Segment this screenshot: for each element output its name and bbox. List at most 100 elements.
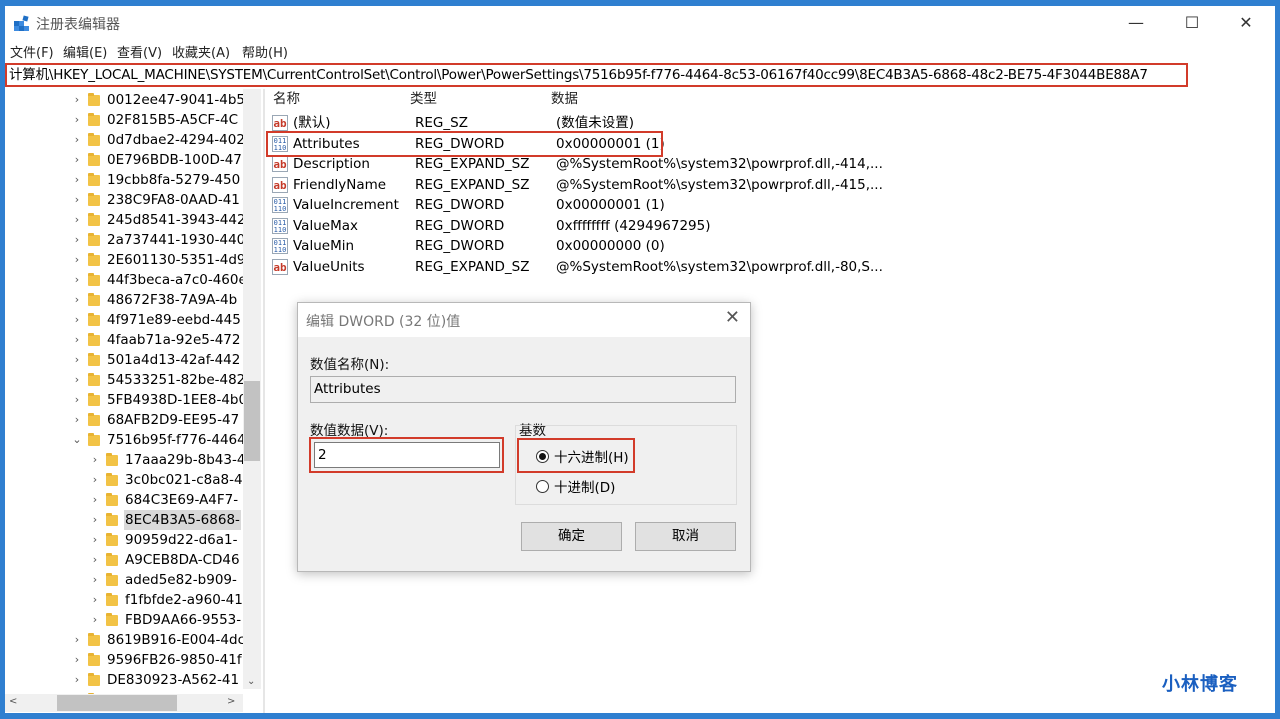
tree-item[interactable]: › 90959d22-d6a1-: [5, 530, 243, 550]
ok-button[interactable]: 确定: [521, 522, 622, 551]
pane-splitter[interactable]: [263, 89, 265, 713]
column-header-data[interactable]: 数据: [551, 89, 578, 109]
folder-icon: [88, 273, 100, 286]
chevron-right-icon[interactable]: ›: [89, 530, 101, 550]
menu-edit[interactable]: 编辑(E): [63, 42, 107, 61]
tree-item[interactable]: › 684C3E69-A4F7-: [5, 490, 243, 510]
tree-item-label: 48672F38-7A9A-4b: [107, 292, 238, 308]
maximize-button[interactable]: ☐: [1165, 6, 1219, 39]
chevron-right-icon[interactable]: ›: [71, 110, 83, 130]
tree-item[interactable]: › 02F815B5-A5CF-4C: [5, 110, 243, 130]
value-row[interactable]: ab ValueUnits REG_EXPAND_SZ @%SystemRoot%\s…: [267, 257, 1167, 277]
tree-item[interactable]: › 44f3beca-a7c0-460e: [5, 270, 243, 290]
value-name: ValueMin: [293, 238, 355, 254]
scroll-right-arrow-icon[interactable]: >: [227, 696, 235, 707]
close-button[interactable]: ✕: [1219, 6, 1273, 39]
tree-item[interactable]: › DE830923-A562-41: [5, 670, 243, 690]
tree-item[interactable]: › 238C9FA8-0AAD-41: [5, 190, 243, 210]
tree-item[interactable]: › 54533251-82be-482: [5, 370, 243, 390]
column-header-name[interactable]: 名称: [273, 89, 300, 109]
tree-item-label: 245d8541-3943-442: [107, 212, 243, 228]
chevron-right-icon[interactable]: ›: [71, 350, 83, 370]
chevron-right-icon[interactable]: ›: [89, 570, 101, 590]
tree-vertical-scroll-thumb[interactable]: [244, 381, 260, 461]
tree-item[interactable]: › 8EC4B3A5-6868-: [5, 510, 243, 530]
tree-item[interactable]: › 0E796BDB-100D-47: [5, 150, 243, 170]
tree-item[interactable]: › 68AFB2D9-EE95-47: [5, 410, 243, 430]
chevron-right-icon[interactable]: ›: [71, 390, 83, 410]
tree-item[interactable]: › A9CEB8DA-CD46: [5, 550, 243, 570]
tree-item-label: 9596FB26-9850-41f: [107, 652, 242, 668]
chevron-right-icon[interactable]: ›: [71, 190, 83, 210]
value-row[interactable]: ab Description REG_EXPAND_SZ @%SystemRoot%\…: [267, 154, 1167, 174]
tree-item[interactable]: › 0d7dbae2-4294-402: [5, 130, 243, 150]
dialog-close-icon[interactable]: ✕: [725, 307, 740, 328]
tree-item[interactable]: › 48672F38-7A9A-4b: [5, 290, 243, 310]
value-row[interactable]: 011 110 ValueMax REG_DWORD 0xffffffff (42949…: [267, 216, 1167, 236]
chevron-right-icon[interactable]: ›: [71, 270, 83, 290]
minimize-button[interactable]: —: [1109, 6, 1163, 39]
scroll-left-arrow-icon[interactable]: <: [9, 696, 17, 707]
chevron-right-icon[interactable]: ›: [71, 170, 83, 190]
radio-dec[interactable]: 十进制(D): [536, 476, 615, 496]
tree-item[interactable]: › aded5e82-b909-: [5, 570, 243, 590]
column-header-type[interactable]: 类型: [410, 89, 437, 109]
chevron-right-icon[interactable]: ›: [89, 470, 101, 490]
chevron-down-icon[interactable]: ⌄: [71, 430, 83, 450]
tree-item[interactable]: › FBD9AA66-9553-: [5, 610, 243, 630]
chevron-right-icon[interactable]: ›: [71, 650, 83, 670]
menu-favorites[interactable]: 收藏夹(A): [172, 42, 230, 61]
address-bar[interactable]: 计算机\HKEY_LOCAL_MACHINE\SYSTEM\CurrentCon…: [5, 63, 1188, 87]
chevron-right-icon[interactable]: ›: [71, 410, 83, 430]
tree-item[interactable]: › f1fbfde2-a960-41: [5, 590, 243, 610]
chevron-right-icon[interactable]: ›: [71, 230, 83, 250]
chevron-right-icon[interactable]: ›: [71, 670, 83, 690]
tree-item-label: 90959d22-d6a1-: [125, 532, 238, 548]
value-type: REG_EXPAND_SZ: [415, 258, 530, 275]
tree-item[interactable]: › 501a4d13-42af-442: [5, 350, 243, 370]
tree-item[interactable]: › 9596FB26-9850-41f: [5, 650, 243, 670]
attributes-row-highlight: [266, 131, 663, 157]
scroll-down-arrow-icon[interactable]: ⌄: [247, 676, 255, 687]
chevron-right-icon[interactable]: ›: [71, 250, 83, 270]
chevron-right-icon[interactable]: ›: [89, 510, 101, 530]
value-row[interactable]: 011 110 ValueMin REG_DWORD 0x00000000 (0): [267, 236, 1167, 256]
chevron-right-icon[interactable]: ›: [89, 550, 101, 570]
menu-view[interactable]: 查看(V): [117, 42, 162, 61]
chevron-right-icon[interactable]: ›: [71, 90, 83, 110]
tree-item[interactable]: › 4faab71a-92e5-472: [5, 330, 243, 350]
tree-item[interactable]: › 17aaa29b-8b43-4: [5, 450, 243, 470]
chevron-right-icon[interactable]: ›: [71, 310, 83, 330]
chevron-right-icon[interactable]: ›: [71, 150, 83, 170]
chevron-right-icon[interactable]: ›: [71, 370, 83, 390]
chevron-right-icon[interactable]: ›: [89, 450, 101, 470]
tree-item[interactable]: › 3c0bc021-c8a8-4: [5, 470, 243, 490]
tree-item[interactable]: › 0012ee47-9041-4b5: [5, 90, 243, 110]
tree-item[interactable]: › 5FB4938D-1EE8-4b0: [5, 390, 243, 410]
tree-item[interactable]: › 2a737441-1930-440: [5, 230, 243, 250]
value-row[interactable]: ab FriendlyName REG_EXPAND_SZ @%SystemRoot%…: [267, 175, 1167, 195]
tree-item[interactable]: ⌄ 7516b95f-f776-4464: [5, 430, 243, 450]
tree-item[interactable]: › 245d8541-3943-442: [5, 210, 243, 230]
value-row[interactable]: ab (默认) REG_SZ (数值未设置): [267, 113, 1167, 133]
chevron-right-icon[interactable]: ›: [71, 630, 83, 650]
chevron-right-icon[interactable]: ›: [71, 130, 83, 150]
chevron-right-icon[interactable]: ›: [89, 610, 101, 630]
value-data: 0x00000001 (1): [556, 197, 665, 213]
chevron-right-icon[interactable]: ›: [71, 290, 83, 310]
folder-icon: [88, 633, 100, 646]
tree-horizontal-scroll-thumb[interactable]: [57, 695, 177, 711]
value-row[interactable]: 011 110 ValueIncrement REG_DWORD 0x00000001 …: [267, 195, 1167, 215]
menu-file[interactable]: 文件(F): [10, 42, 54, 61]
tree-item[interactable]: › 19cbb8fa-5279-450: [5, 170, 243, 190]
menu-help[interactable]: 帮助(H): [242, 42, 288, 61]
cancel-button[interactable]: 取消: [635, 522, 736, 551]
value-data: @%SystemRoot%\system32\powrprof.dll,-80,…: [556, 258, 883, 275]
tree-item[interactable]: › 8619B916-E004-4dc: [5, 630, 243, 650]
chevron-right-icon[interactable]: ›: [89, 490, 101, 510]
chevron-right-icon[interactable]: ›: [71, 330, 83, 350]
tree-item[interactable]: › 4f971e89-eebd-445: [5, 310, 243, 330]
tree-item[interactable]: › 2E601130-5351-4d9: [5, 250, 243, 270]
chevron-right-icon[interactable]: ›: [89, 590, 101, 610]
chevron-right-icon[interactable]: ›: [71, 210, 83, 230]
